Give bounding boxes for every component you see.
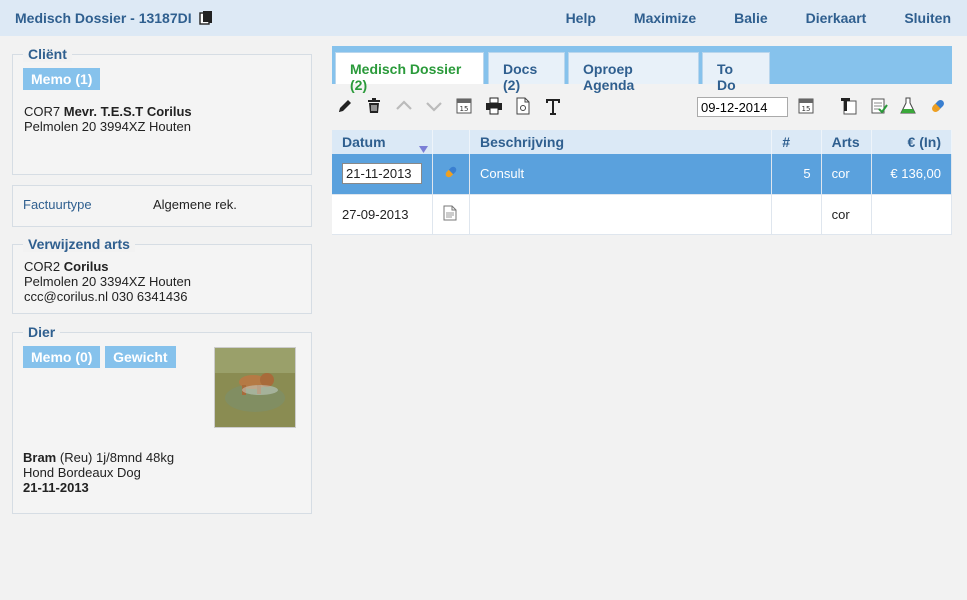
row-date: 27-09-2013	[332, 194, 433, 235]
client-address: Pelmolen 20 3994XZ Houten	[24, 119, 191, 134]
client-memo-button[interactable]: Memo (1)	[23, 68, 101, 90]
template-icon[interactable]	[840, 97, 858, 115]
client-panel: Cliënt Memo (1) COR7 Mevr. T.E.S.T Coril…	[12, 46, 312, 175]
dier-breed: Hond Bordeaux Dog	[23, 465, 141, 480]
client-name: Mevr. T.E.S.T Corilus	[63, 104, 192, 119]
col-arts[interactable]: Arts	[821, 130, 872, 154]
factuur-label: Factuurtype	[23, 197, 92, 212]
row-description	[469, 194, 773, 235]
verwijzend-name: Corilus	[63, 259, 109, 274]
attachment-icon[interactable]	[514, 97, 532, 115]
records-table: Datum Beschrijving # Arts € (In) Consult…	[332, 130, 953, 235]
verwijzend-code: COR2	[24, 259, 61, 274]
date-calendar-icon[interactable]: 15	[797, 97, 815, 115]
animal-photo[interactable]	[214, 347, 296, 428]
col-datum-label: Datum	[342, 134, 386, 150]
lab-flask-icon[interactable]	[899, 97, 917, 115]
row-arts: cor	[821, 154, 872, 195]
tab-docs[interactable]: Docs (2)	[488, 52, 565, 93]
dier-details: (Reu) 1j/8mnd 48kg	[59, 450, 175, 465]
medication-icon[interactable]	[929, 97, 947, 115]
col-type	[432, 130, 470, 154]
row-date-input[interactable]	[342, 163, 422, 185]
row-count: 5	[771, 154, 822, 195]
nav-maximize[interactable]: Maximize	[634, 10, 696, 26]
nav-sluiten[interactable]: Sluiten	[904, 10, 951, 26]
verwijzend-info: COR2 Corilus Pelmolen 20 3394XZ Houten c…	[24, 259, 191, 304]
row-amount: € 136,00	[871, 154, 953, 195]
tab-bar: Medisch Dossier (2) Docs (2) Oproep Agen…	[332, 46, 952, 93]
dier-memo-button[interactable]: Memo (0)	[23, 346, 101, 368]
factuur-panel: Factuurtype Algemene rek.	[12, 185, 312, 227]
tab-to-do[interactable]: To Do	[702, 52, 770, 93]
gewicht-button[interactable]: Gewicht	[105, 346, 176, 368]
col-count[interactable]: #	[771, 130, 822, 154]
nav-help[interactable]: Help	[566, 10, 596, 26]
client-code: COR7	[24, 104, 61, 119]
sort-down-icon[interactable]	[419, 140, 428, 156]
nav-dierkaart[interactable]: Dierkaart	[806, 10, 867, 26]
toolbar: 15 15	[332, 84, 952, 128]
verwijzend-address: Pelmolen 20 3394XZ Houten	[24, 274, 191, 289]
table-header: Datum Beschrijving # Arts € (In)	[332, 130, 953, 154]
calendar-icon[interactable]: 15	[455, 97, 473, 115]
tab-medisch-dossier[interactable]: Medisch Dossier (2)	[335, 52, 484, 93]
delete-icon[interactable]	[365, 97, 383, 115]
client-info: COR7 Mevr. T.E.S.T Corilus Pelmolen 20 3…	[24, 104, 192, 134]
top-nav: Help Maximize Balie Dierkaart Sluiten	[528, 10, 951, 26]
window-title: Medisch Dossier - 13187DI	[15, 10, 192, 26]
factuur-value: Algemene rek.	[153, 197, 237, 212]
document-icon	[432, 194, 470, 235]
verwijzend-contact: ccc@corilus.nl 030 6341436	[24, 289, 188, 304]
checklist-icon[interactable]	[870, 97, 888, 115]
text-icon[interactable]	[544, 97, 562, 115]
row-description: Consult	[469, 154, 773, 195]
verwijzend-legend: Verwijzend arts	[23, 236, 135, 252]
dossier-panel: Medisch Dossier (2) Docs (2) Oproep Agen…	[332, 46, 953, 235]
copy-icon[interactable]	[198, 10, 214, 26]
window-title-area: Medisch Dossier - 13187DI	[15, 10, 214, 26]
client-legend: Cliënt	[23, 46, 72, 62]
dier-info: Bram (Reu) 1j/8mnd 48kg Hond Bordeaux Do…	[23, 450, 174, 495]
top-bar: Medisch Dossier - 13187DI Help Maximize …	[0, 0, 967, 36]
nav-balie[interactable]: Balie	[734, 10, 767, 26]
move-down-icon[interactable]	[425, 97, 443, 115]
verwijzend-panel: Verwijzend arts COR2 Corilus Pelmolen 20…	[12, 236, 312, 314]
col-datum[interactable]: Datum	[332, 130, 433, 154]
edit-icon[interactable]	[336, 97, 354, 115]
move-up-icon[interactable]	[395, 97, 413, 115]
dier-name: Bram	[23, 450, 57, 465]
row-arts: cor	[821, 194, 872, 235]
svg-text:15: 15	[460, 105, 469, 113]
table-row[interactable]: Consult 5 cor € 136,00	[332, 154, 953, 195]
row-count	[771, 194, 822, 235]
dier-date: 21-11-2013	[23, 480, 89, 495]
col-amount[interactable]: € (In)	[871, 130, 953, 154]
col-beschrijving[interactable]: Beschrijving	[469, 130, 773, 154]
date-filter-input[interactable]	[697, 97, 788, 117]
dier-legend: Dier	[23, 324, 61, 340]
dier-panel: Dier Memo (0) Gewicht Bram (Reu) 1j/8mnd…	[12, 324, 312, 514]
row-amount	[871, 194, 953, 235]
svg-text:15: 15	[802, 105, 811, 113]
table-row[interactable]: 27-09-2013 cor	[332, 194, 953, 235]
pill-icon	[432, 154, 470, 195]
tab-oproep-agenda[interactable]: Oproep Agenda	[568, 52, 699, 93]
print-icon[interactable]	[485, 97, 503, 115]
